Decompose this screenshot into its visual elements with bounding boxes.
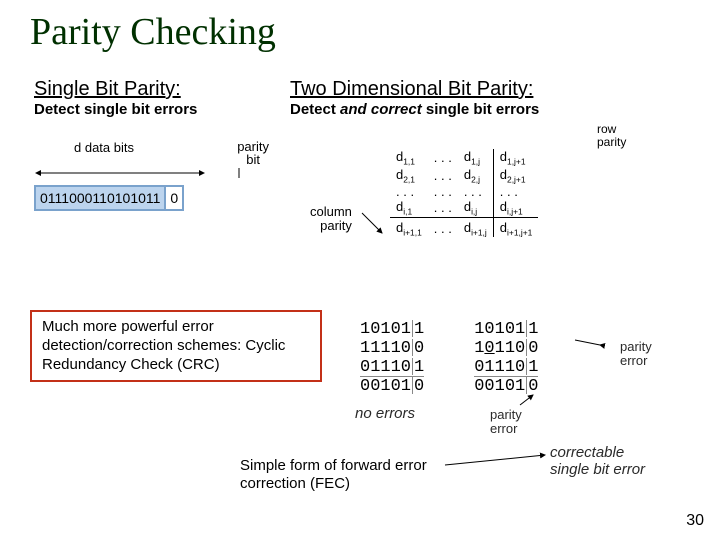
slide-number: 30 xyxy=(686,512,704,530)
fec-caption: Simple form of forward error correction … xyxy=(240,457,440,493)
